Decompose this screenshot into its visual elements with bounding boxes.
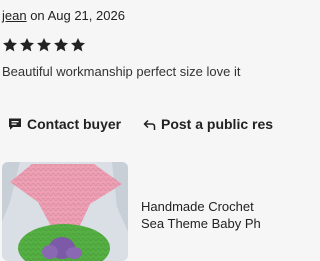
star-icon — [54, 38, 68, 52]
reviewer-name-link[interactable]: jean — [2, 8, 27, 23]
star-icon — [71, 38, 85, 52]
reply-arrow-icon — [143, 119, 156, 130]
message-bubble-icon — [9, 118, 21, 130]
date-prefix: on — [30, 8, 45, 23]
star-icon — [37, 38, 51, 52]
star-icon — [20, 38, 34, 52]
post-public-response-button[interactable]: Post a public res — [143, 116, 273, 132]
product-thumbnail[interactable] — [2, 162, 128, 261]
product-title-line2: Sea Theme Baby Ph — [141, 216, 261, 231]
review-text: Beautiful workmanship perfect size love … — [2, 64, 241, 79]
star-rating — [2, 37, 86, 53]
product-title-link[interactable]: Handmade Crochet Sea Theme Baby Ph — [141, 198, 261, 232]
star-icon — [3, 38, 17, 52]
review-meta: jean on Aug 21, 2026 — [2, 7, 125, 24]
post-public-response-label: Post a public res — [161, 116, 274, 132]
product-title-line1: Handmade Crochet — [141, 199, 254, 214]
crochet-starfish-outfit-image — [2, 162, 128, 261]
contact-buyer-label: Contact buyer — [27, 116, 122, 132]
contact-buyer-button[interactable]: Contact buyer — [8, 116, 121, 132]
review-date: Aug 21, 2026 — [47, 8, 125, 23]
